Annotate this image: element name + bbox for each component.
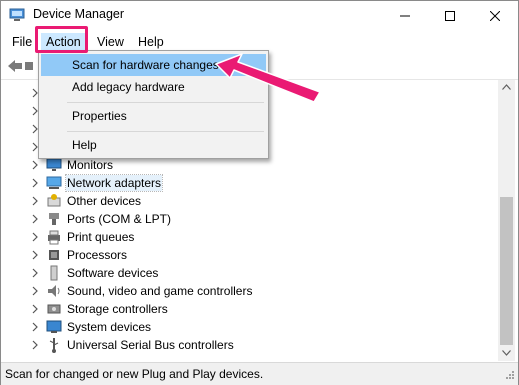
menu-item-label: Scan for hardware changes — [72, 58, 219, 72]
back-arrow-icon[interactable] — [7, 58, 23, 74]
tree-item[interactable]: Storage controllers — [1, 300, 498, 318]
chevron-right-icon[interactable] — [30, 321, 40, 333]
tree-item-label: Processors — [67, 248, 128, 262]
tree-item-label: Network adapters — [64, 174, 164, 192]
chevron-right-icon[interactable] — [30, 339, 40, 351]
chevron-right-icon[interactable] — [30, 195, 40, 207]
menu-item-label: Help — [72, 138, 97, 152]
chevron-right-icon[interactable] — [30, 213, 40, 225]
vertical-scrollbar[interactable] — [498, 80, 515, 361]
window-title: Device Manager — [33, 7, 125, 21]
menu-item-label: Add legacy hardware — [72, 80, 185, 94]
device-manager-icon — [9, 8, 25, 21]
speaker-icon — [48, 285, 60, 297]
tree-item[interactable]: System devices — [1, 318, 498, 336]
close-icon — [490, 10, 500, 21]
tree-item-label: Print queues — [67, 230, 135, 244]
scroll-down-icon[interactable] — [502, 350, 511, 356]
chevron-right-icon[interactable] — [30, 303, 40, 315]
status-bar: Scan for changed or new Plug and Play de… — [1, 362, 518, 385]
printer-icon — [48, 230, 60, 245]
usb-icon — [49, 338, 59, 353]
menu-item-help[interactable]: Help — [41, 134, 266, 156]
tree-item[interactable]: Other devices — [1, 192, 498, 210]
unknown-device-icon — [47, 194, 61, 207]
chevron-right-icon[interactable] — [30, 267, 40, 279]
minimize-button[interactable] — [382, 1, 428, 30]
toolbar-item-icon[interactable] — [25, 59, 33, 73]
processor-icon — [49, 250, 59, 260]
chevron-right-icon[interactable] — [30, 231, 40, 243]
chevron-right-icon[interactable] — [30, 249, 40, 261]
tree-item[interactable]: Sound, video and game controllers — [1, 282, 498, 300]
resize-grip-icon[interactable] — [504, 371, 515, 382]
scroll-up-icon[interactable] — [502, 84, 511, 90]
annotation-highlight-box — [35, 26, 88, 53]
close-button[interactable] — [472, 1, 518, 30]
menu-help[interactable]: Help — [133, 33, 169, 51]
menu-file[interactable]: File — [7, 33, 37, 51]
tree-item[interactable]: Software devices — [1, 264, 498, 282]
software-device-icon — [50, 265, 58, 281]
chevron-right-icon[interactable] — [30, 285, 40, 297]
scrollbar-thumb[interactable] — [500, 197, 513, 345]
port-icon — [49, 213, 59, 225]
tree-item-label: Sound, video and game controllers — [67, 284, 253, 298]
status-text: Scan for changed or new Plug and Play de… — [5, 367, 264, 381]
tree-item[interactable]: Universal Serial Bus controllers — [1, 336, 498, 354]
tree-item[interactable]: Print queues — [1, 228, 498, 246]
minimize-icon — [400, 15, 410, 16]
storage-controller-icon — [47, 304, 61, 314]
tree-item-label: Software devices — [67, 266, 159, 280]
tree-item[interactable]: Ports (COM & LPT) — [1, 210, 498, 228]
tree-item-label: Monitors — [67, 158, 114, 172]
chevron-right-icon[interactable] — [30, 159, 40, 171]
menu-view[interactable]: View — [92, 33, 129, 51]
system-device-icon — [46, 320, 62, 333]
menu-separator — [67, 131, 264, 132]
tree-item[interactable]: Processors — [1, 246, 498, 264]
menu-item-label: Properties — [72, 109, 127, 123]
tree-item-label: Ports (COM & LPT) — [67, 212, 172, 226]
tree-item-label: Storage controllers — [67, 302, 168, 316]
chevron-right-icon[interactable] — [30, 177, 40, 189]
maximize-icon — [445, 10, 455, 21]
tree-item[interactable]: Network adapters — [1, 174, 498, 192]
tree-item-label: Universal Serial Bus controllers — [67, 338, 234, 352]
monitor-icon — [46, 158, 62, 171]
maximize-button[interactable] — [427, 1, 473, 30]
menu-item-properties[interactable]: Properties — [41, 105, 266, 127]
network-adapter-icon — [46, 176, 62, 189]
tree-item-label: Other devices — [67, 194, 142, 208]
tree-item-label: System devices — [67, 320, 152, 334]
annotation-arrow-icon — [215, 53, 321, 103]
